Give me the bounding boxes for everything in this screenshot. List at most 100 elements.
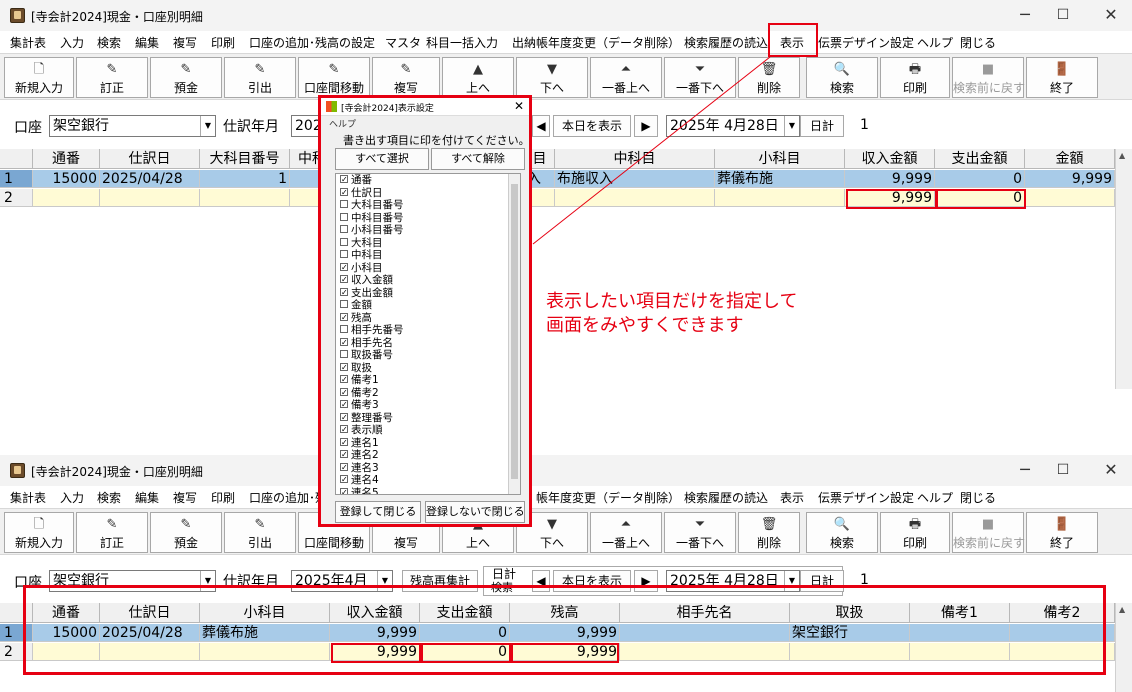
cell-shiwakebi[interactable]: 2025/04/28 [100, 170, 200, 188]
menu-shukeihyo[interactable]: 集計表 [10, 34, 46, 51]
checkbox-checked[interactable]: ✓ [340, 175, 348, 184]
menu-koza-tsuika[interactable]: 口座の追加･残 [249, 489, 327, 506]
cell-kingaku[interactable] [1025, 189, 1115, 207]
col-header-chukamoku[interactable]: 中科目 [555, 149, 715, 169]
menu-nendo-henko[interactable]: 帳年度変更（データ削除） [536, 489, 680, 506]
grid-scrollbar[interactable]: ▲ [1115, 603, 1132, 692]
menu-kensaku-rireki[interactable]: 検索履歴の読込 [684, 489, 768, 506]
menu-denpyo-design[interactable]: 伝票デザイン設定 [818, 34, 914, 51]
cell-chukamoku[interactable] [555, 189, 715, 207]
close-without-save-button[interactable]: 登録しないで閉じる [425, 501, 525, 523]
account-select[interactable]: 架空銀行 ▼ [49, 115, 216, 137]
menu-kamoku-ikkatsu[interactable]: 科目一括入力 [426, 34, 498, 51]
menu-help[interactable]: ヘルプ [917, 489, 953, 506]
menu-kensaku[interactable]: 検索 [97, 489, 121, 506]
search-button[interactable]: 🔍 検索 [806, 512, 878, 553]
delete-button[interactable]: 🗑 削除 [738, 57, 800, 98]
close-button[interactable]: ✕ [1096, 5, 1126, 25]
checkbox-unchecked[interactable] [340, 212, 348, 221]
menu-insatsu[interactable]: 印刷 [211, 489, 235, 506]
menu-help[interactable]: ヘルプ [917, 34, 953, 51]
menu-tojiru[interactable]: 閉じる [960, 34, 996, 51]
daily-total-button[interactable]: 日計 [800, 115, 844, 137]
cell-shunyu[interactable]: 9,999 [845, 170, 935, 188]
dialog-close-button[interactable]: ✕ [514, 99, 524, 113]
transfer-button[interactable]: ✎ 口座間移動 [298, 57, 370, 98]
checkbox-checked[interactable]: ✓ [340, 337, 348, 346]
menu-nyuryoku[interactable]: 入力 [60, 489, 84, 506]
checkbox-checked[interactable]: ✓ [340, 287, 348, 296]
checklist-item[interactable]: ✓ 小科目 [336, 262, 520, 275]
menu-fukusha[interactable]: 複写 [173, 34, 197, 51]
correct-button[interactable]: ✎ 訂正 [76, 512, 148, 553]
checkbox-checked[interactable]: ✓ [340, 450, 348, 459]
cell-shiwakebi[interactable] [100, 189, 200, 207]
checkbox-unchecked[interactable] [340, 350, 348, 358]
cell-chukamoku[interactable]: 布施収入 [555, 170, 715, 188]
save-and-close-button[interactable]: 登録して閉じる [335, 501, 421, 523]
checklist-item[interactable]: ✓ 連名2 [336, 449, 520, 462]
menu-tojiru[interactable]: 閉じる [960, 489, 996, 506]
col-header-shiwakebi[interactable]: 仕訳日 [100, 149, 200, 169]
row-number[interactable]: 2 [0, 189, 33, 207]
checkbox-checked[interactable]: ✓ [340, 462, 348, 471]
checklist-item[interactable]: 相手先番号 [336, 324, 520, 337]
new-entry-button[interactable]: 🗋 新規入力 [4, 57, 74, 98]
cell-daikamoku-bango[interactable]: 1 [200, 170, 290, 188]
col-header-daikamoku-bango[interactable]: 大科目番号 [200, 149, 290, 169]
cell-shishutsu[interactable]: 0 [935, 170, 1025, 188]
exit-button[interactable]: 🚪 終了 [1026, 57, 1098, 98]
checklist-scroll-thumb[interactable] [511, 184, 518, 479]
checkbox-checked[interactable]: ✓ [340, 475, 348, 484]
maximize-button[interactable]: ☐ [1048, 5, 1078, 25]
scroll-up-icon[interactable]: ▲ [1119, 605, 1125, 614]
checklist-item[interactable]: 金額 [336, 299, 520, 312]
checklist-item[interactable]: 中科目 [336, 249, 520, 262]
prev-day-button[interactable]: ◀ [532, 115, 550, 137]
menu-insatsu[interactable]: 印刷 [211, 34, 235, 51]
col-header-kingaku[interactable]: 金額 [1025, 149, 1115, 169]
col-header-shunyu[interactable]: 収入金額 [845, 149, 935, 169]
checkbox-checked[interactable]: ✓ [340, 387, 348, 396]
show-today-button[interactable]: 本日を表示 [553, 115, 631, 137]
date-picker[interactable]: 2025年 4月28日 ▼ [666, 115, 800, 137]
checklist-scrollbar[interactable] [508, 174, 520, 494]
checkbox-checked[interactable]: ✓ [340, 187, 348, 196]
minimize-button[interactable]: ─ [1010, 460, 1040, 480]
cell-tsuban[interactable]: 15000 [33, 170, 100, 188]
print-button[interactable]: 🖶 印刷 [880, 512, 950, 553]
col-header-shishutsu[interactable]: 支出金額 [935, 149, 1025, 169]
correct-button[interactable]: ✎ 訂正 [76, 57, 148, 98]
cell-kingaku[interactable]: 9,999 [1025, 170, 1115, 188]
delete-button[interactable]: 🗑 削除 [738, 512, 800, 553]
minimize-button[interactable]: ─ [1010, 5, 1040, 25]
checklist-item[interactable]: 小科目番号 [336, 224, 520, 237]
copy-button[interactable]: ✎ 複写 [372, 57, 440, 98]
menu-nendo-henko[interactable]: 出納帳年度変更（データ削除） [512, 34, 680, 51]
move-top-button[interactable]: ⏶ 一番上へ [590, 512, 662, 553]
checklist-item[interactable]: ✓ 通番 [336, 174, 520, 187]
checklist-item[interactable]: 取扱番号 [336, 349, 520, 362]
undo-search-button[interactable]: ■ 検索前に戻す [952, 512, 1025, 553]
checkbox-checked[interactable]: ✓ [340, 412, 348, 421]
checklist-item[interactable]: ✓ 仕訳日 [336, 187, 520, 200]
menu-henshu[interactable]: 編集 [135, 34, 159, 51]
withdraw-button[interactable]: ✎ 引出 [224, 57, 296, 98]
col-header-tsuban[interactable]: 通番 [33, 149, 100, 169]
checkbox-unchecked[interactable] [340, 250, 348, 258]
move-top-button[interactable]: ⏶ 一番上へ [590, 57, 662, 98]
checklist-item[interactable]: ✓ 相手先名 [336, 337, 520, 350]
cell-shokamoku[interactable]: 葬儀布施 [715, 170, 845, 188]
checklist-item[interactable]: ✓ 備考1 [336, 374, 520, 387]
menu-henshu[interactable]: 編集 [135, 489, 159, 506]
checklist-item[interactable]: ✓ 表示順 [336, 424, 520, 437]
checklist-item[interactable]: ✓ 整理番号 [336, 412, 520, 425]
scroll-up-icon[interactable]: ▲ [1119, 151, 1125, 160]
checkbox-unchecked[interactable] [340, 300, 348, 308]
checklist-item[interactable]: 大科目番号 [336, 199, 520, 212]
row-number[interactable]: 1 [0, 170, 33, 188]
checkbox-checked[interactable]: ✓ [340, 437, 348, 446]
maximize-button[interactable]: ☐ [1048, 460, 1078, 480]
menu-hyoji[interactable]: 表示 [780, 489, 804, 506]
menu-koza-tsuika[interactable]: 口座の追加･残高の設定 [249, 34, 375, 51]
